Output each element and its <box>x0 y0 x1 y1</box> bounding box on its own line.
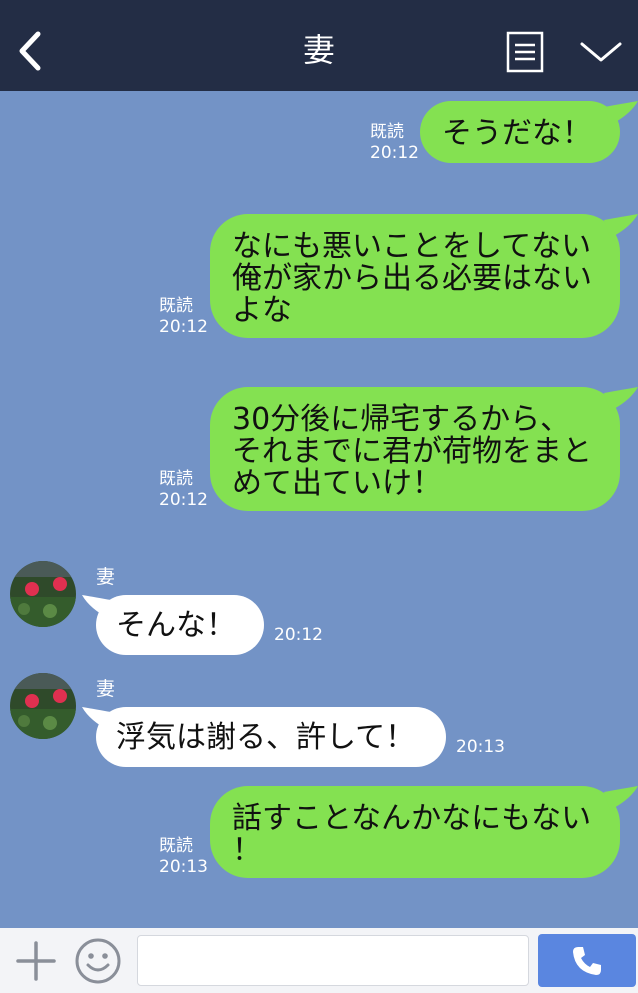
avatar[interactable] <box>10 561 76 627</box>
chat-header: 妻 <box>0 0 638 91</box>
message-time: 20:13 <box>159 857 208 877</box>
message-bubble-sent[interactable]: 話すことなんかなにもない ！ <box>210 786 620 878</box>
phone-icon <box>573 947 601 975</box>
message-time: 20:12 <box>274 625 323 645</box>
message-text: そんな！ <box>116 608 236 643</box>
message-bubble-sent[interactable]: そうだな！ <box>420 101 620 163</box>
avatar-photo-icon <box>10 561 76 627</box>
message-text: 浮気は謝る、許して！ <box>116 720 416 755</box>
message-text-line: 俺が家から出る必要はない <box>232 261 592 296</box>
message-meta: 既読 20:12 <box>370 122 419 164</box>
read-indicator: 既読 <box>159 469 193 489</box>
sender-name: 妻 <box>96 566 116 588</box>
message-meta: 既読 20:13 <box>159 836 208 878</box>
message-time: 20:13 <box>456 737 505 757</box>
message-text-line: よな <box>232 293 292 328</box>
message-input[interactable] <box>137 935 529 986</box>
message-text-line: ！ <box>232 833 262 868</box>
avatar-photo-icon <box>10 673 76 739</box>
chat-messages[interactable]: 既読 20:12 そうだな！ 既読 20:12 なにも悪いことをしてない 俺が家… <box>0 91 638 928</box>
message-text-line: 話すことなんかなにもない <box>232 801 592 836</box>
read-indicator: 既読 <box>370 122 404 142</box>
message-text-line: めて出ていけ！ <box>232 466 442 501</box>
message-text-line: それまでに君が荷物をまと <box>232 434 592 469</box>
read-indicator: 既読 <box>159 296 193 316</box>
chevron-down-icon[interactable] <box>578 38 624 66</box>
message-text-line: 30分後に帰宅するから、 <box>232 402 571 437</box>
message-bubble-received[interactable]: そんな！ <box>96 595 264 655</box>
message-meta: 既読 20:12 <box>159 469 208 511</box>
notes-menu-icon[interactable] <box>506 31 544 73</box>
bubble-tail <box>604 214 638 238</box>
message-time: 20:12 <box>159 317 208 337</box>
emoji-icon[interactable] <box>74 937 122 985</box>
message-bubble-sent[interactable]: なにも悪いことをしてない 俺が家から出る必要はない よな <box>210 214 620 338</box>
plus-icon[interactable] <box>14 939 58 983</box>
read-indicator: 既読 <box>159 836 193 856</box>
bubble-tail <box>604 387 638 411</box>
call-button[interactable] <box>538 934 636 987</box>
message-text-line: なにも悪いことをしてない <box>232 229 592 264</box>
message-time: 20:12 <box>370 143 419 163</box>
avatar[interactable] <box>10 673 76 739</box>
message-meta: 既読 20:12 <box>159 296 208 338</box>
message-text: そうだな！ <box>442 116 592 151</box>
message-time: 20:12 <box>159 490 208 510</box>
sender-name: 妻 <box>96 678 116 700</box>
message-bubble-sent[interactable]: 30分後に帰宅するから、 それまでに君が荷物をまと めて出ていけ！ <box>210 387 620 511</box>
message-composer <box>0 928 638 993</box>
message-bubble-received[interactable]: 浮気は謝る、許して！ <box>96 707 446 767</box>
bubble-tail <box>604 101 638 125</box>
bubble-tail <box>604 786 638 810</box>
